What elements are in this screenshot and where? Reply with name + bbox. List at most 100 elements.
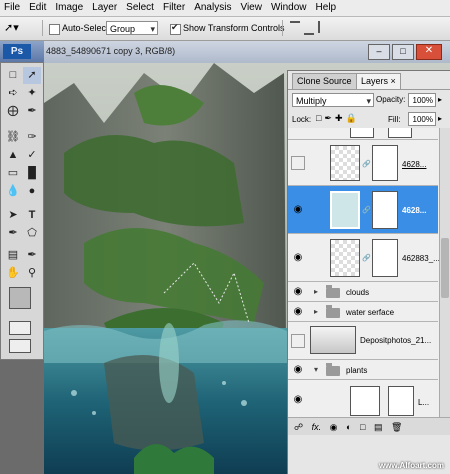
menu-edit[interactable]: Edit <box>25 0 51 16</box>
show-transform-checkbox[interactable] <box>170 22 181 35</box>
eye-icon[interactable]: ◉ <box>291 203 305 217</box>
layer-row[interactable]: ◉ 🔗 462883_... <box>288 234 439 282</box>
menu-window[interactable]: Window <box>267 0 312 16</box>
auto-select-dropdown[interactable]: Group <box>106 21 158 36</box>
eye-icon[interactable]: ◉ <box>291 305 305 319</box>
eye-icon[interactable]: ◉ <box>291 285 305 299</box>
history-brush-icon[interactable]: ✓ <box>23 147 41 164</box>
notes-tool-icon[interactable]: ▤ <box>4 247 22 264</box>
menu-file[interactable]: File <box>0 0 25 16</box>
menu-filter[interactable]: Filter <box>159 0 190 16</box>
layer-group-clouds[interactable]: ◉ ▸ clouds <box>288 282 438 302</box>
path-selection-icon[interactable]: ➤ <box>4 207 22 224</box>
screen-mode-icon[interactable] <box>9 339 31 353</box>
scrollbar-thumb[interactable] <box>441 238 449 298</box>
folder-icon <box>326 305 340 318</box>
new-group-icon[interactable]: □ <box>360 422 365 432</box>
menu-analysis[interactable]: Analysis <box>190 0 236 16</box>
blur-tool-icon[interactable]: 💧 <box>4 183 22 200</box>
eyedropper-2-icon[interactable]: ✒ <box>23 247 41 264</box>
dodge-tool-icon[interactable]: ● <box>23 183 41 200</box>
shape-tool-icon[interactable]: ⬠ <box>23 225 41 242</box>
layer-thumbnail <box>330 191 360 229</box>
eye-icon[interactable]: ◉ <box>291 363 305 377</box>
menu-image[interactable]: Image <box>51 0 88 16</box>
eye-icon[interactable]: ◉ <box>291 251 305 265</box>
menu-select[interactable]: Select <box>122 0 159 16</box>
marquee-tool-icon[interactable]: □ <box>4 67 22 84</box>
opacity-arrow-icon[interactable]: ▸ <box>438 95 442 104</box>
tab-layers[interactable]: Layers × <box>356 73 401 89</box>
layer-row[interactable]: 🔗 4628... <box>288 140 438 186</box>
tools-panel: □ ➚ ➪ ✦ ⨁ ✒ ⛓ ✑ ▲ ✓ ▭ █ 💧 ● ➤ T ✒ ⬠ ▤ ✒ … <box>0 62 44 360</box>
layer-thumbnail <box>350 128 374 138</box>
quick-mask-icon[interactable] <box>9 321 31 335</box>
fx-icon[interactable]: fx. <box>312 422 322 432</box>
add-mask-icon[interactable]: ◉ <box>330 422 338 432</box>
foreground-color-swatch[interactable] <box>9 287 31 309</box>
layer-row-selected[interactable]: ◉ 🔗 4628... <box>288 186 438 234</box>
maximize-icon[interactable]: □ <box>392 44 414 60</box>
align-icons[interactable] <box>290 21 350 35</box>
layer-name: clouds <box>346 288 370 297</box>
menu-help[interactable]: Help <box>312 0 342 16</box>
link-layers-icon[interactable]: ☍ <box>294 422 303 432</box>
adjustment-icon[interactable]: ◐ <box>346 422 351 432</box>
healing-brush-icon[interactable]: ⛓ <box>4 129 22 146</box>
auto-select-checkbox[interactable] <box>49 24 60 35</box>
move-tool-preset-icon[interactable]: ➚▾ <box>4 20 34 36</box>
tab-clone-source[interactable]: Clone Source <box>292 73 357 89</box>
expand-arrow-icon[interactable]: ▸ <box>314 287 318 296</box>
tools-panel-header[interactable]: Ps <box>0 41 44 62</box>
layers-scrollbar[interactable] <box>439 128 450 428</box>
lasso-tool-icon[interactable]: ➪ <box>4 85 22 102</box>
trash-icon[interactable]: 🗑 <box>391 422 402 432</box>
move-tool-icon[interactable]: ➚ <box>23 67 41 84</box>
layers-panel: Clone Source Layers × Multiply Opacity: … <box>287 70 450 474</box>
menu-view[interactable]: View <box>236 0 267 16</box>
minimize-icon[interactable]: – <box>368 44 390 60</box>
hand-tool-icon[interactable]: ✋ <box>4 265 22 282</box>
expand-arrow-icon[interactable]: ▸ <box>314 307 318 316</box>
fill-arrow-icon[interactable]: ▸ <box>438 114 442 123</box>
crop-tool-icon[interactable]: ⨁ <box>4 103 22 120</box>
eye-icon[interactable]: ◉ <box>291 393 305 407</box>
document-title: 4883_54890671 copy 3, RGB/8) <box>46 46 176 56</box>
fill-input[interactable]: 100% <box>408 112 436 126</box>
gradient-tool-icon[interactable]: █ <box>23 165 41 182</box>
layer-row[interactable]: Depositphotos_21... <box>288 322 438 360</box>
eyedropper-icon[interactable]: ✒ <box>23 103 41 120</box>
eraser-icon[interactable]: ▭ <box>4 165 22 182</box>
divider <box>282 20 283 36</box>
opacity-input[interactable]: 100% <box>408 93 436 107</box>
pen-tool-icon[interactable]: ✒ <box>4 225 22 242</box>
layer-group-water[interactable]: ◉ ▸ water serface <box>288 302 438 322</box>
brush-tool-icon[interactable]: ✑ <box>23 129 41 146</box>
layer-group-plants[interactable]: ◉ ▾ plants <box>288 360 438 380</box>
layer-name: 4628... <box>402 206 427 215</box>
zoom-tool-icon[interactable]: ⚲ <box>23 265 41 282</box>
layer-mask-thumbnail <box>388 386 414 416</box>
layers-bottom-bar: ☍ fx. ◉ ◐ □ ▤ 🗑 <box>288 417 450 435</box>
menu-layer[interactable]: Layer <box>88 0 122 16</box>
lock-icons[interactable]: □✒✚🔒 <box>316 113 360 124</box>
folder-icon <box>326 363 340 376</box>
visibility-toggle[interactable] <box>291 156 305 170</box>
new-layer-icon[interactable]: ▤ <box>374 422 383 432</box>
tab-close-icon[interactable]: × <box>391 76 396 86</box>
document-title-bar[interactable]: 4883_54890671 copy 3, RGB/8) – □ ✕ <box>44 41 450 64</box>
layer-name: 4628... <box>402 160 427 169</box>
photoshop-logo: Ps <box>3 44 31 59</box>
auto-select-label: Auto-Select: <box>62 23 112 33</box>
magic-wand-icon[interactable]: ✦ <box>23 85 41 102</box>
collapse-arrow-icon[interactable]: ▾ <box>314 365 318 374</box>
layer-row-top-partial[interactable] <box>288 128 438 140</box>
divider <box>288 89 450 90</box>
blend-mode-dropdown[interactable]: Multiply <box>292 93 374 108</box>
close-icon[interactable]: ✕ <box>416 44 442 60</box>
fill-label: Fill: <box>388 115 401 124</box>
visibility-toggle[interactable] <box>291 334 305 348</box>
clone-stamp-icon[interactable]: ▲ <box>4 147 22 164</box>
type-tool-icon[interactable]: T <box>23 207 41 224</box>
layer-row[interactable]: ◉ L... <box>288 380 438 420</box>
